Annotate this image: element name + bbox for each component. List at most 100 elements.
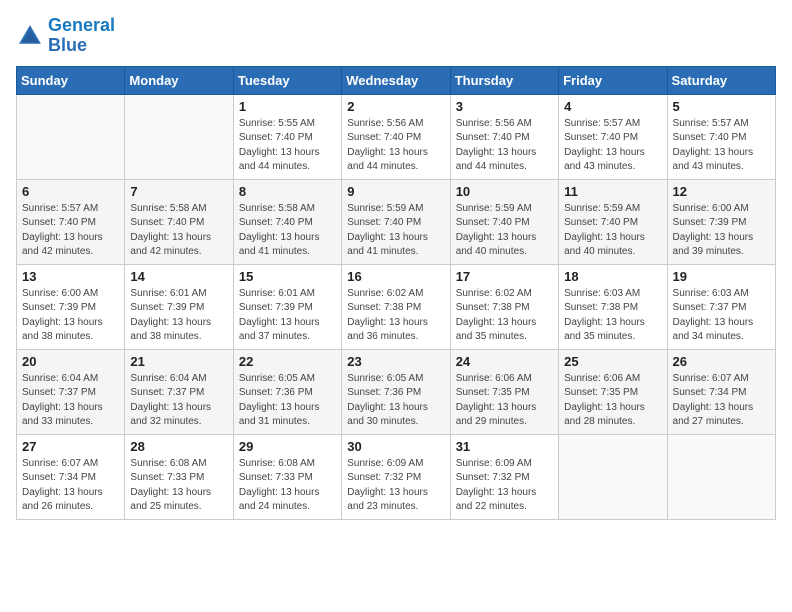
- day-number: 16: [347, 269, 444, 284]
- calendar-cell: 14 Sunrise: 6:01 AMSunset: 7:39 PMDayligh…: [125, 264, 233, 349]
- day-info: Sunrise: 6:02 AMSunset: 7:38 PMDaylight:…: [456, 287, 553, 345]
- day-number: 9: [347, 184, 444, 199]
- day-number: 29: [239, 439, 336, 454]
- calendar-week-row: 27 Sunrise: 6:07 AMSunset: 7:34 PMDayligh…: [17, 434, 776, 519]
- day-number: 21: [130, 354, 227, 369]
- col-header-wednesday: Wednesday: [342, 66, 450, 94]
- day-number: 15: [239, 269, 336, 284]
- day-info: Sunrise: 5:55 AMSunset: 7:40 PMDaylight:…: [239, 117, 336, 175]
- calendar-cell: 3 Sunrise: 5:56 AMSunset: 7:40 PMDaylight…: [450, 94, 558, 179]
- day-info: Sunrise: 6:06 AMSunset: 7:35 PMDaylight:…: [456, 372, 553, 430]
- calendar-header: SundayMondayTuesdayWednesdayThursdayFrid…: [17, 66, 776, 94]
- day-number: 23: [347, 354, 444, 369]
- day-number: 8: [239, 184, 336, 199]
- day-number: 17: [456, 269, 553, 284]
- day-number: 14: [130, 269, 227, 284]
- logo: General Blue: [16, 16, 115, 56]
- day-number: 28: [130, 439, 227, 454]
- day-number: 27: [22, 439, 119, 454]
- day-number: 18: [564, 269, 661, 284]
- day-number: 2: [347, 99, 444, 114]
- calendar-body: 1 Sunrise: 5:55 AMSunset: 7:40 PMDaylight…: [17, 94, 776, 519]
- calendar-cell: 24 Sunrise: 6:06 AMSunset: 7:35 PMDayligh…: [450, 349, 558, 434]
- calendar-cell: 22 Sunrise: 6:05 AMSunset: 7:36 PMDayligh…: [233, 349, 341, 434]
- calendar-cell: 4 Sunrise: 5:57 AMSunset: 7:40 PMDaylight…: [559, 94, 667, 179]
- calendar-cell: 21Sunrise: 6:04 AMSunset: 7:37 PMDayligh…: [125, 349, 233, 434]
- day-number: 24: [456, 354, 553, 369]
- calendar-week-row: 6Sunrise: 5:57 AMSunset: 7:40 PMDaylight…: [17, 179, 776, 264]
- calendar-week-row: 20 Sunrise: 6:04 AMSunset: 7:37 PMDayligh…: [17, 349, 776, 434]
- day-info: Sunrise: 6:08 AMSunset: 7:33 PMDaylight:…: [130, 457, 227, 515]
- day-info: Sunrise: 6:01 AMSunset: 7:39 PMDaylight:…: [239, 287, 336, 345]
- col-header-sunday: Sunday: [17, 66, 125, 94]
- col-header-saturday: Saturday: [667, 66, 775, 94]
- calendar-header-row: SundayMondayTuesdayWednesdayThursdayFrid…: [17, 66, 776, 94]
- calendar-cell: 31 Sunrise: 6:09 AMSunset: 7:32 PMDayligh…: [450, 434, 558, 519]
- calendar-cell: 27 Sunrise: 6:07 AMSunset: 7:34 PMDayligh…: [17, 434, 125, 519]
- day-number: 25: [564, 354, 661, 369]
- day-number: 13: [22, 269, 119, 284]
- calendar-cell: 30 Sunrise: 6:09 AMSunset: 7:32 PMDayligh…: [342, 434, 450, 519]
- day-number: 4: [564, 99, 661, 114]
- day-info: Sunrise: 5:57 AMSunset: 7:40 PMDaylight:…: [673, 117, 770, 175]
- day-info: Sunrise: 5:56 AMSunset: 7:40 PMDaylight:…: [456, 117, 553, 175]
- day-info: Sunrise: 6:01 AMSunset: 7:39 PMDaylight:…: [130, 287, 227, 345]
- calendar-cell: 2 Sunrise: 5:56 AMSunset: 7:40 PMDaylight…: [342, 94, 450, 179]
- calendar-cell: 23 Sunrise: 6:05 AMSunset: 7:36 PMDayligh…: [342, 349, 450, 434]
- calendar-cell: 5 Sunrise: 5:57 AMSunset: 7:40 PMDaylight…: [667, 94, 775, 179]
- day-info: Sunrise: 6:05 AMSunset: 7:36 PMDaylight:…: [239, 372, 336, 430]
- logo-text: General Blue: [48, 16, 115, 56]
- calendar-table: SundayMondayTuesdayWednesdayThursdayFrid…: [16, 66, 776, 520]
- day-number: 31: [456, 439, 553, 454]
- day-info: Sunrise: 6:09 AMSunset: 7:32 PMDaylight:…: [347, 457, 444, 515]
- day-number: 19: [673, 269, 770, 284]
- day-number: 5: [673, 99, 770, 114]
- calendar-cell: 8 Sunrise: 5:58 AMSunset: 7:40 PMDaylight…: [233, 179, 341, 264]
- day-info: Sunrise: 6:00 AMSunset: 7:39 PMDaylight:…: [22, 287, 119, 345]
- page-header: General Blue: [16, 16, 776, 56]
- day-number: 1: [239, 99, 336, 114]
- calendar-cell: [667, 434, 775, 519]
- day-info: Sunrise: 5:59 AMSunset: 7:40 PMDaylight:…: [456, 202, 553, 260]
- day-info: Sunrise: 6:06 AMSunset: 7:35 PMDaylight:…: [564, 372, 661, 430]
- day-info: Sunrise: 5:57 AMSunset: 7:40 PMDaylight:…: [564, 117, 661, 175]
- day-info: Sunrise: 6:02 AMSunset: 7:38 PMDaylight:…: [347, 287, 444, 345]
- day-info: Sunrise: 6:03 AMSunset: 7:38 PMDaylight:…: [564, 287, 661, 345]
- day-number: 20: [22, 354, 119, 369]
- calendar-cell: [125, 94, 233, 179]
- day-number: 30: [347, 439, 444, 454]
- col-header-tuesday: Tuesday: [233, 66, 341, 94]
- day-number: 12: [673, 184, 770, 199]
- logo-icon: [16, 22, 44, 50]
- calendar-cell: 13 Sunrise: 6:00 AMSunset: 7:39 PMDayligh…: [17, 264, 125, 349]
- day-number: 7: [130, 184, 227, 199]
- col-header-monday: Monday: [125, 66, 233, 94]
- calendar-cell: [17, 94, 125, 179]
- day-info: Sunrise: 6:08 AMSunset: 7:33 PMDaylight:…: [239, 457, 336, 515]
- day-number: 22: [239, 354, 336, 369]
- day-info: Sunrise: 6:07 AMSunset: 7:34 PMDaylight:…: [22, 457, 119, 515]
- calendar-cell: 15 Sunrise: 6:01 AMSunset: 7:39 PMDayligh…: [233, 264, 341, 349]
- day-number: 3: [456, 99, 553, 114]
- calendar-cell: 17 Sunrise: 6:02 AMSunset: 7:38 PMDayligh…: [450, 264, 558, 349]
- calendar-cell: 19Sunrise: 6:03 AMSunset: 7:37 PMDayligh…: [667, 264, 775, 349]
- calendar-cell: 1 Sunrise: 5:55 AMSunset: 7:40 PMDaylight…: [233, 94, 341, 179]
- calendar-week-row: 13 Sunrise: 6:00 AMSunset: 7:39 PMDayligh…: [17, 264, 776, 349]
- day-info: Sunrise: 5:56 AMSunset: 7:40 PMDaylight:…: [347, 117, 444, 175]
- calendar-cell: 29 Sunrise: 6:08 AMSunset: 7:33 PMDayligh…: [233, 434, 341, 519]
- calendar-cell: 10Sunrise: 5:59 AMSunset: 7:40 PMDayligh…: [450, 179, 558, 264]
- calendar-cell: 12 Sunrise: 6:00 AMSunset: 7:39 PMDayligh…: [667, 179, 775, 264]
- col-header-friday: Friday: [559, 66, 667, 94]
- day-info: Sunrise: 6:04 AMSunset: 7:37 PMDaylight:…: [22, 372, 119, 430]
- calendar-cell: 16 Sunrise: 6:02 AMSunset: 7:38 PMDayligh…: [342, 264, 450, 349]
- day-info: Sunrise: 6:00 AMSunset: 7:39 PMDaylight:…: [673, 202, 770, 260]
- calendar-cell: 11Sunrise: 5:59 AMSunset: 7:40 PMDayligh…: [559, 179, 667, 264]
- day-info: Sunrise: 6:05 AMSunset: 7:36 PMDaylight:…: [347, 372, 444, 430]
- day-number: 6: [22, 184, 119, 199]
- day-info: Sunrise: 6:09 AMSunset: 7:32 PMDaylight:…: [456, 457, 553, 515]
- day-info: Sunrise: 5:58 AMSunset: 7:40 PMDaylight:…: [239, 202, 336, 260]
- calendar-cell: 26Sunrise: 6:07 AMSunset: 7:34 PMDayligh…: [667, 349, 775, 434]
- day-info: Sunrise: 5:59 AMSunset: 7:40 PMDaylight:…: [564, 202, 661, 260]
- day-number: 26: [673, 354, 770, 369]
- day-info: Sunrise: 5:58 AMSunset: 7:40 PMDaylight:…: [130, 202, 227, 260]
